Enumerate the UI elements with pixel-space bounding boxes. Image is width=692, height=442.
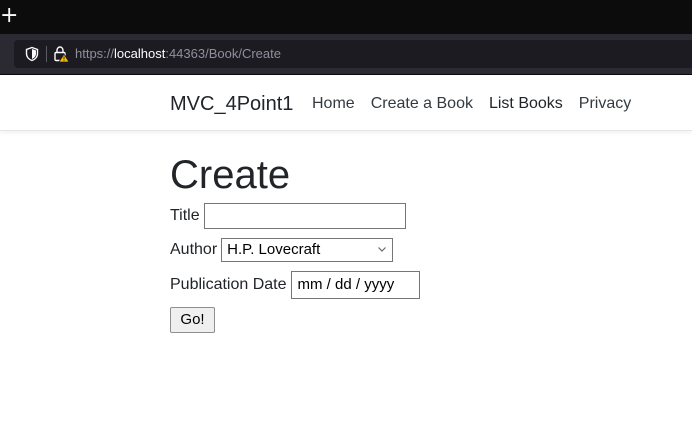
url-prefix: https://: [75, 46, 115, 61]
url-text: https://localhost:44363/Book/Create: [75, 46, 281, 62]
title-input[interactable]: [203, 203, 406, 229]
new-tab-button[interactable]: +: [0, 5, 18, 27]
author-selected-value: H.P. Lovecraft: [227, 241, 321, 258]
nav-link-privacy[interactable]: Privacy: [579, 94, 631, 114]
insecure-lock-warning-icon[interactable]: [52, 45, 70, 63]
nav-link-list-books[interactable]: List Books: [489, 94, 563, 114]
go-button[interactable]: Go!: [170, 307, 215, 333]
tracking-protection-shield-icon[interactable]: [24, 46, 40, 62]
author-label: Author: [170, 241, 218, 258]
author-row: Author H.P. Lovecraft: [170, 238, 394, 262]
chevron-down-icon: [378, 247, 387, 252]
browser-toolbar: https://localhost:44363/Book/Create: [0, 34, 692, 75]
title-row: Title: [170, 203, 406, 229]
url-host: localhost: [114, 46, 166, 61]
page-title: Create: [170, 153, 291, 197]
browser-tab-strip: +: [0, 0, 692, 34]
web-page: MVC_4Point1 Home Create a Book List Book…: [0, 75, 692, 442]
publication-date-label: Publication Date: [170, 276, 287, 293]
address-bar-separator: [46, 46, 47, 62]
nav-link-create-a-book[interactable]: Create a Book: [371, 94, 473, 114]
author-select[interactable]: H.P. Lovecraft: [221, 238, 394, 262]
publication-date-input[interactable]: mm / dd / yyyy: [290, 271, 420, 299]
nav-link-home[interactable]: Home: [312, 94, 355, 114]
nav-links: Home Create a Book List Books Privacy: [312, 94, 631, 114]
title-label: Title: [170, 207, 200, 224]
address-bar[interactable]: https://localhost:44363/Book/Create: [14, 40, 692, 68]
publication-date-row: Publication Date mm / dd / yyyy: [170, 271, 420, 299]
url-path: :44363/Book/Create: [165, 46, 281, 61]
brand-link[interactable]: MVC_4Point1: [170, 91, 293, 117]
site-navbar: MVC_4Point1 Home Create a Book List Book…: [0, 75, 692, 131]
